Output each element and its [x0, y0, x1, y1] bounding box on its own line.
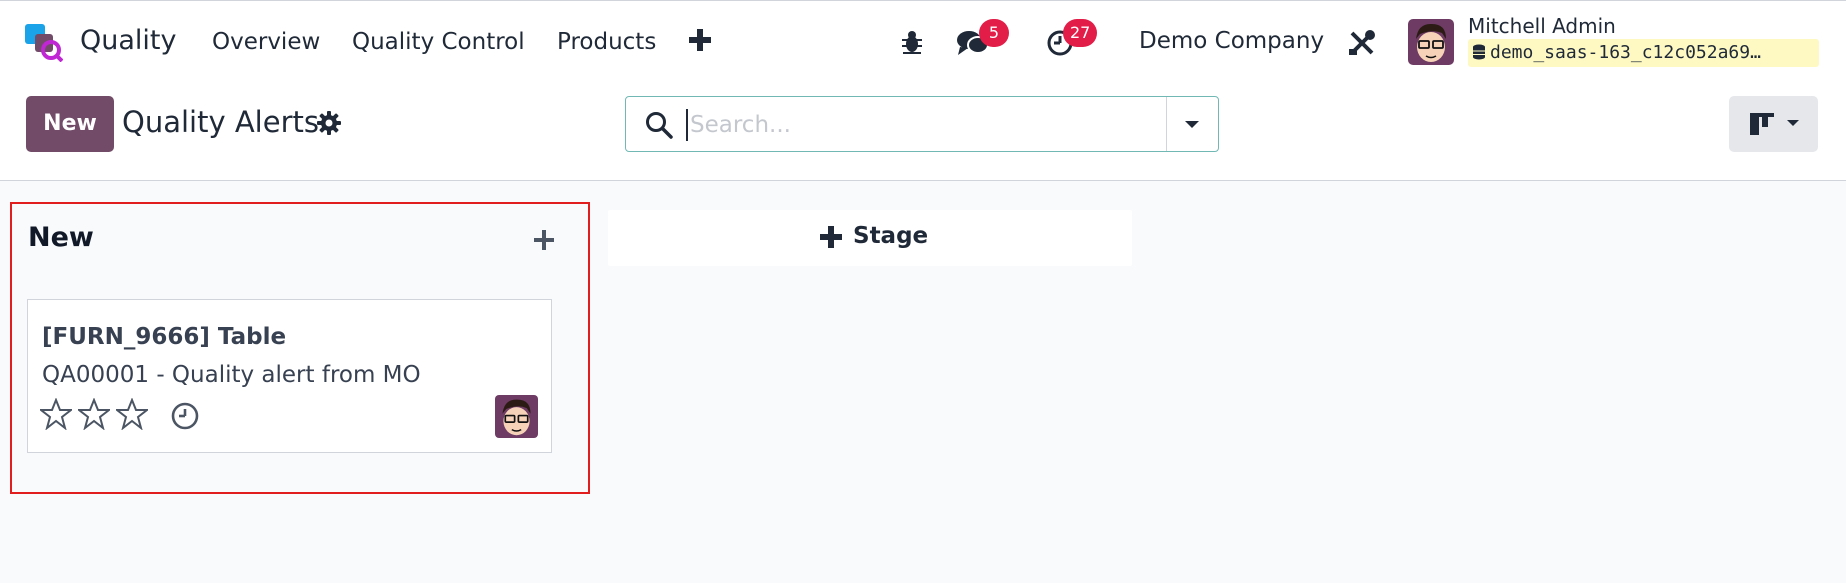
menu-products[interactable]: Products — [557, 29, 656, 55]
activity-clock-icon[interactable] — [170, 401, 200, 431]
search-icon[interactable] — [644, 110, 674, 140]
user-name[interactable]: Mitchell Admin — [1468, 14, 1616, 38]
add-stage-button[interactable]: Stage — [608, 210, 1132, 266]
add-stage-label: Stage — [853, 223, 929, 249]
messages-badge: 5 — [979, 19, 1009, 47]
menu-quality-control[interactable]: Quality Control — [352, 29, 525, 55]
search-input[interactable] — [690, 105, 1130, 145]
new-button[interactable]: New — [26, 96, 114, 152]
plus-icon[interactable] — [687, 27, 713, 53]
page-title[interactable]: Quality Alerts — [122, 105, 319, 139]
card-subtitle: QA00001 - Quality alert from MO — [42, 362, 421, 388]
card-title: [FURN_9666] Table — [42, 324, 287, 350]
control-panel: New Quality Alerts — [0, 82, 1846, 181]
search-bar — [625, 96, 1219, 152]
text-cursor — [686, 109, 688, 141]
bug-icon[interactable] — [900, 29, 924, 55]
menu-overview[interactable]: Overview — [212, 29, 320, 55]
search-divider — [1166, 97, 1167, 151]
app-name[interactable]: Quality — [80, 25, 176, 56]
star-icon[interactable] — [116, 398, 148, 430]
star-icon[interactable] — [40, 398, 72, 430]
chevron-down-icon — [1787, 120, 1799, 126]
database-icon — [1473, 44, 1485, 60]
tools-icon[interactable] — [1348, 29, 1376, 57]
company-switcher[interactable]: Demo Company — [1139, 28, 1324, 54]
plus-icon — [820, 226, 842, 248]
user-avatar[interactable] — [1408, 19, 1454, 65]
database-name: demo_saas-163_c12c052a69… — [1468, 39, 1819, 67]
gear-icon[interactable] — [316, 110, 342, 136]
view-switcher-button[interactable] — [1729, 96, 1818, 152]
kanban-view-icon — [1750, 113, 1774, 135]
activities-badge: 27 — [1063, 19, 1098, 47]
add-card-icon[interactable] — [532, 228, 556, 252]
chevron-down-icon[interactable] — [1179, 114, 1205, 134]
top-navbar: Quality Overview Quality Control Product… — [0, 0, 1846, 82]
column-title[interactable]: New — [28, 222, 94, 253]
kanban-column-new: New [FURN_9666] Table QA00001 - Quality … — [10, 202, 590, 494]
database-label: demo_saas-163_c12c052a69… — [1490, 42, 1761, 63]
kanban-card[interactable]: [FURN_9666] Table QA00001 - Quality aler… — [27, 299, 552, 453]
star-icon[interactable] — [78, 398, 110, 430]
assignee-avatar[interactable] — [495, 395, 538, 438]
quality-app-logo-icon[interactable] — [25, 24, 63, 62]
